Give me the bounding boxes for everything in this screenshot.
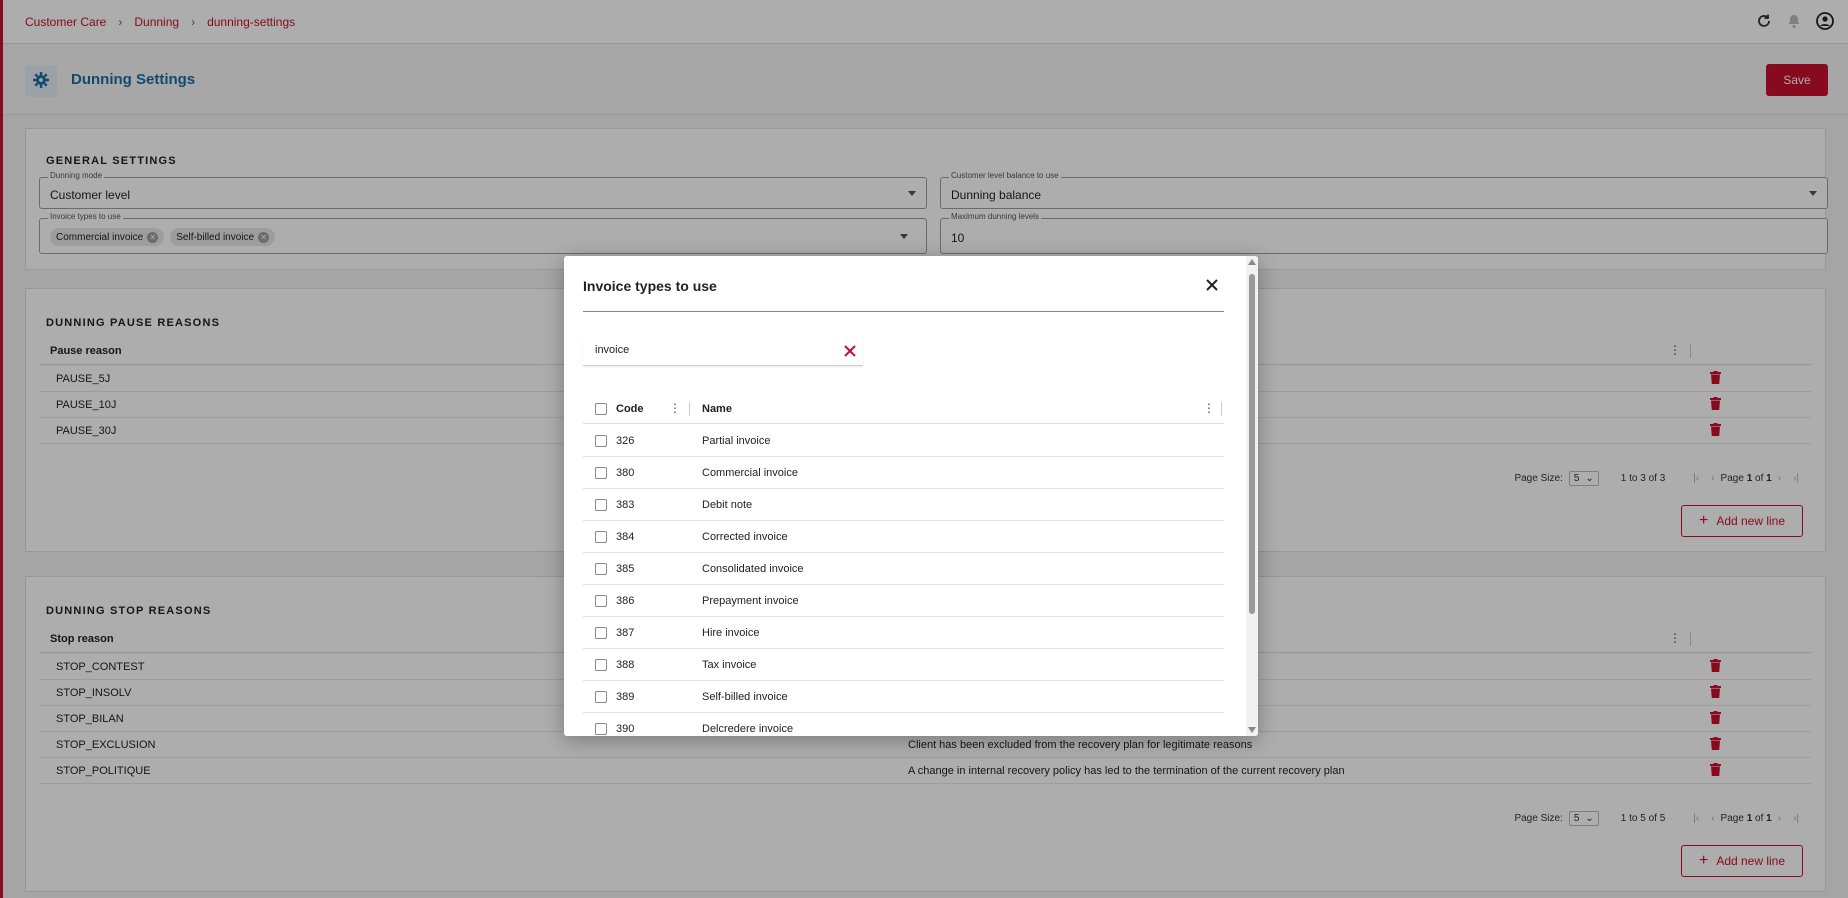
table-row[interactable]: 387 Hire invoice	[583, 617, 1224, 649]
select-all-checkbox[interactable]	[595, 403, 607, 415]
table-row[interactable]: 380 Commercial invoice	[583, 457, 1224, 489]
invoice-name-cell: Consolidated invoice	[702, 563, 804, 575]
invoice-name-cell: Delcredere invoice	[702, 723, 794, 735]
clear-search-icon[interactable]	[843, 344, 857, 361]
name-column-header[interactable]: Name	[702, 403, 732, 415]
invoice-code-cell: 383	[616, 499, 635, 511]
search-field	[583, 338, 863, 366]
invoice-code-cell: 387	[616, 627, 635, 639]
column-menu-icon[interactable]: ⋮	[1203, 401, 1215, 415]
invoice-name-cell: Self-billed invoice	[702, 691, 788, 703]
table-row[interactable]: 385 Consolidated invoice	[583, 553, 1224, 585]
row-checkbox[interactable]	[595, 595, 607, 607]
code-column-header[interactable]: Code	[616, 403, 644, 415]
invoice-code-cell: 390	[616, 723, 635, 735]
invoice-name-cell: Partial invoice	[702, 435, 771, 447]
invoice-code-cell: 385	[616, 563, 635, 575]
invoice-code-cell: 386	[616, 595, 635, 607]
table-row[interactable]: 386 Prepayment invoice	[583, 585, 1224, 617]
row-checkbox[interactable]	[595, 499, 607, 511]
invoice-name-cell: Tax invoice	[702, 659, 757, 671]
row-checkbox[interactable]	[595, 563, 607, 575]
row-checkbox[interactable]	[595, 627, 607, 639]
column-menu-icon[interactable]: ⋮	[669, 401, 681, 415]
table-row[interactable]: 326 Partial invoice	[583, 425, 1224, 457]
column-divider	[1221, 402, 1222, 416]
invoice-grid-header: Code ⋮ Name ⋮	[583, 394, 1224, 424]
table-row[interactable]: 384 Corrected invoice	[583, 521, 1224, 553]
scroll-thumb[interactable]	[1249, 274, 1255, 614]
invoice-name-cell: Debit note	[702, 499, 753, 511]
dialog-scrollbar[interactable]	[1246, 256, 1258, 736]
table-row[interactable]: 388 Tax invoice	[583, 649, 1224, 681]
invoice-name-cell: Corrected invoice	[702, 531, 788, 543]
invoice-name-cell: Prepayment invoice	[702, 595, 799, 607]
row-checkbox[interactable]	[595, 531, 607, 543]
invoice-name-cell: Commercial invoice	[702, 467, 798, 479]
close-icon[interactable]	[1205, 278, 1219, 295]
table-row[interactable]: 390 Delcredere invoice	[583, 713, 1224, 736]
dialog-title: Invoice types to use	[583, 278, 717, 294]
row-checkbox[interactable]	[595, 659, 607, 671]
invoice-code-cell: 389	[616, 691, 635, 703]
row-checkbox[interactable]	[595, 691, 607, 703]
dialog-divider	[583, 311, 1224, 312]
column-divider	[689, 402, 690, 416]
row-checkbox[interactable]	[595, 723, 607, 735]
scroll-down-arrow-icon[interactable]	[1248, 727, 1256, 733]
invoice-types-dialog: Invoice types to use Code ⋮ Name ⋮ 326 Pa…	[564, 256, 1258, 736]
table-row[interactable]: 383 Debit note	[583, 489, 1224, 521]
table-row[interactable]: 389 Self-billed invoice	[583, 681, 1224, 713]
scroll-up-arrow-icon[interactable]	[1248, 259, 1256, 265]
row-checkbox[interactable]	[595, 467, 607, 479]
row-checkbox[interactable]	[595, 435, 607, 447]
invoice-code-cell: 384	[616, 531, 635, 543]
invoice-code-cell: 380	[616, 467, 635, 479]
invoice-code-cell: 388	[616, 659, 635, 671]
invoice-code-cell: 326	[616, 435, 635, 447]
search-input[interactable]	[595, 344, 815, 356]
invoice-name-cell: Hire invoice	[702, 627, 760, 639]
